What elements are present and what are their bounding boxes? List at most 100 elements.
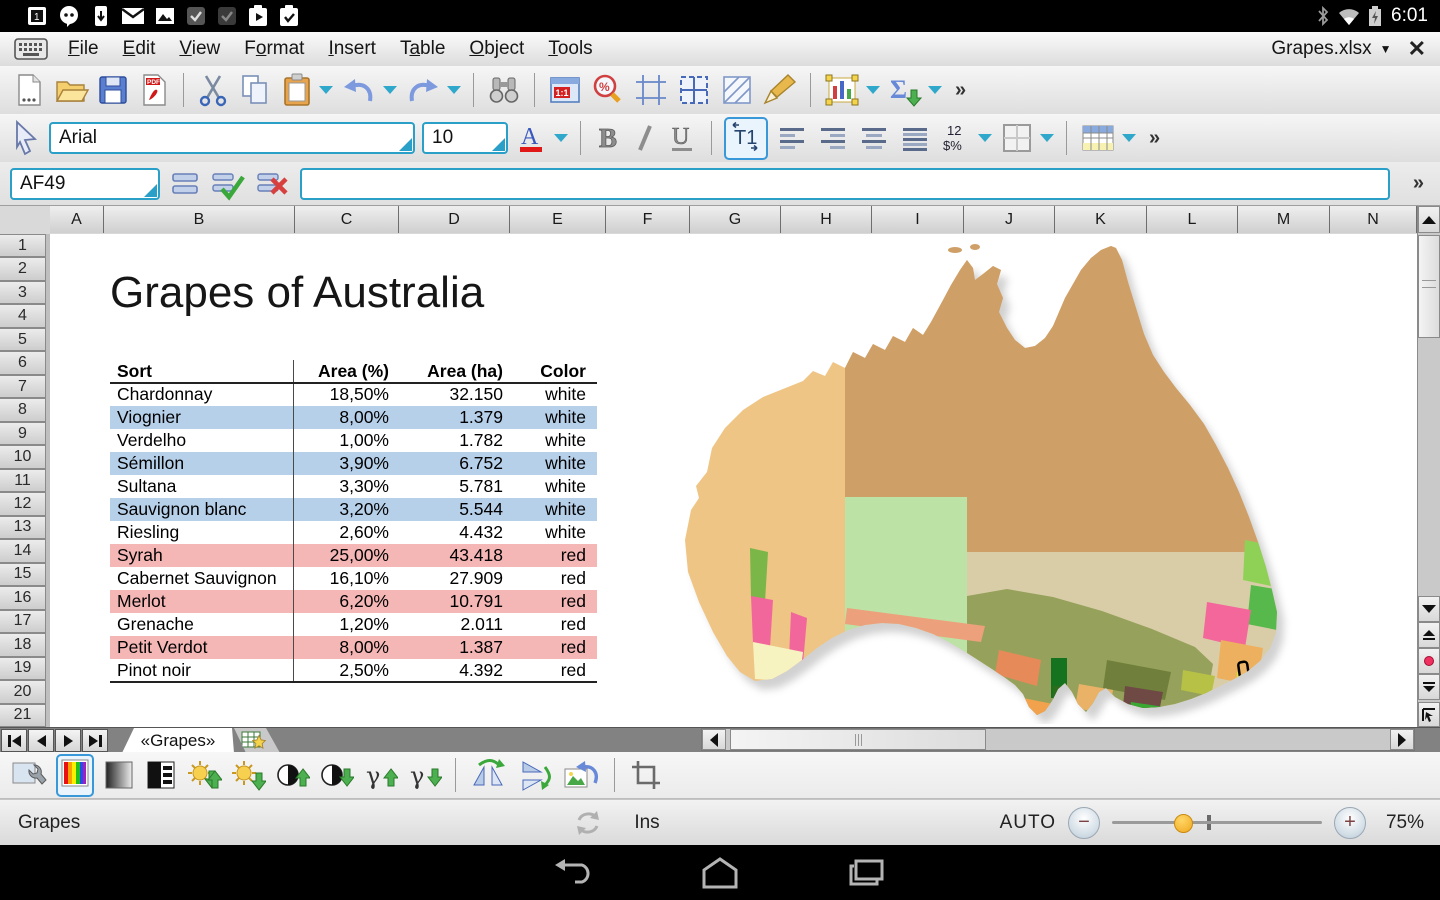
brightness-down-icon[interactable] <box>230 757 266 793</box>
table-row-sultana[interactable]: Sultana3,30%5.781white <box>110 475 597 498</box>
column-header-C[interactable]: C <box>295 206 399 233</box>
table-row-grenache[interactable]: Grenache1,20%2.011red <box>110 613 597 636</box>
column-header-F[interactable]: F <box>606 206 690 233</box>
cell-borders-icon[interactable] <box>999 120 1035 156</box>
last-sheet-button[interactable] <box>82 729 108 752</box>
column-header-A[interactable]: A <box>50 206 104 233</box>
cell-borders-caret[interactable] <box>1040 134 1054 142</box>
paste-icon[interactable] <box>280 72 314 108</box>
australia-wine-regions-map[interactable] <box>655 240 1383 724</box>
horizontal-scroll-thumb[interactable] <box>730 729 986 750</box>
export-pdf-icon[interactable]: PDF <box>137 72 171 108</box>
table-row-sauvignon-blanc[interactable]: Sauvignon blanc3,20%5.544white <box>110 498 597 521</box>
new-document-icon[interactable] <box>12 72 46 108</box>
grayscale-icon[interactable] <box>102 758 136 792</box>
row-header-12[interactable]: 12 <box>0 492 46 515</box>
text-direction-button-active[interactable]: T1 <box>724 117 768 160</box>
save-icon[interactable] <box>96 72 130 108</box>
contrast-up-icon[interactable] <box>274 757 310 793</box>
menu-file[interactable]: File <box>56 38 111 60</box>
menu-edit[interactable]: Edit <box>111 38 168 60</box>
table-style-icon[interactable] <box>1079 120 1117 156</box>
column-header-I[interactable]: I <box>872 206 964 233</box>
sum-icon[interactable] <box>169 167 201 201</box>
font-name-combo[interactable] <box>49 122 415 154</box>
undo-dropdown-caret[interactable] <box>383 86 397 94</box>
back-icon[interactable] <box>552 856 594 890</box>
table-style-caret[interactable] <box>1122 134 1136 142</box>
menu-object[interactable]: Object <box>457 38 536 60</box>
font-name-input[interactable] <box>51 126 413 150</box>
next-sheet-button[interactable] <box>55 729 81 752</box>
reset-image-icon[interactable] <box>561 757 601 793</box>
gamma-up-icon[interactable]: γ <box>362 757 398 793</box>
row-header-4[interactable]: 4 <box>0 304 46 327</box>
column-header-G[interactable]: G <box>690 206 781 233</box>
row-header-15[interactable]: 15 <box>0 563 46 586</box>
page-up-button[interactable] <box>1418 622 1440 648</box>
brightness-up-icon[interactable] <box>186 757 222 793</box>
zoom-slider-thumb[interactable] <box>1174 814 1193 833</box>
table-row-sémillon[interactable]: Sémillon3,90%6.752white <box>110 452 597 475</box>
table-row-chardonnay[interactable]: Chardonnay18,50%32.150white <box>110 383 597 406</box>
color-mode-button-active[interactable] <box>56 754 94 797</box>
number-format-caret[interactable] <box>978 134 992 142</box>
menu-insert[interactable]: Insert <box>316 38 388 60</box>
row-header-5[interactable]: 5 <box>0 328 46 351</box>
hatching-icon[interactable] <box>719 72 755 108</box>
table-row-petit-verdot[interactable]: Petit Verdot8,00%1.387red <box>110 636 597 659</box>
menu-view[interactable]: View <box>167 38 232 60</box>
row-header-13[interactable]: 13 <box>0 516 46 539</box>
menu-format[interactable]: Format <box>232 38 316 60</box>
cell-reference-input[interactable] <box>12 172 158 196</box>
column-header-D[interactable]: D <box>399 206 510 233</box>
insert-chart-icon[interactable] <box>823 72 861 108</box>
crop-icon[interactable] <box>628 757 664 793</box>
row-header-20[interactable]: 20 <box>0 680 46 703</box>
page-down-button[interactable] <box>1418 674 1440 700</box>
row-header-11[interactable]: 11 <box>0 469 46 492</box>
row-header-2[interactable]: 2 <box>0 257 46 280</box>
number-format-icon[interactable]: 12$% <box>939 120 973 156</box>
redo-dropdown-caret[interactable] <box>447 86 461 94</box>
menu-tools[interactable]: Tools <box>536 38 604 60</box>
horizontal-scrollbar[interactable] <box>701 728 1415 751</box>
align-left-icon[interactable] <box>775 120 809 156</box>
vertical-scroll-thumb[interactable] <box>1418 235 1440 338</box>
column-header-J[interactable]: J <box>964 206 1055 233</box>
column-header-E[interactable]: E <box>510 206 606 233</box>
borders-all-icon[interactable] <box>676 72 712 108</box>
font-color-caret[interactable] <box>554 134 568 142</box>
font-size-combo[interactable] <box>422 122 508 154</box>
selection-mode-corner-button[interactable] <box>1418 702 1440 727</box>
sum-down-icon[interactable]: Σ <box>887 72 923 108</box>
pointer-icon[interactable] <box>8 119 42 157</box>
column-header-N[interactable]: N <box>1330 206 1417 233</box>
flip-horizontal-icon[interactable] <box>469 757 507 793</box>
recents-icon[interactable] <box>846 856 888 890</box>
paste-dropdown-caret[interactable] <box>319 86 333 94</box>
table-row-pinot-noir[interactable]: Pinot noir2,50%4.392red <box>110 659 597 682</box>
contrast-down-icon[interactable] <box>318 757 354 793</box>
zoom-slider-track[interactable] <box>1112 821 1322 824</box>
zoom-in-button[interactable]: + <box>1334 807 1366 839</box>
row-header-6[interactable]: 6 <box>0 351 46 374</box>
gamma-down-icon[interactable]: γ <box>406 757 442 793</box>
formula-input-box[interactable] <box>300 168 1390 200</box>
justify-icon[interactable] <box>898 120 932 156</box>
column-header-B[interactable]: B <box>104 206 295 233</box>
cut-icon[interactable] <box>196 72 230 108</box>
table-row-cabernet-sauvignon[interactable]: Cabernet Sauvignon16,10%27.909red <box>110 567 597 590</box>
menu-table[interactable]: Table <box>388 38 457 60</box>
bold-icon[interactable]: B <box>593 120 625 156</box>
scroll-left-button[interactable] <box>702 729 726 750</box>
table-row-viognier[interactable]: Viognier8,00%1.379white <box>110 406 597 429</box>
cell-reference-box[interactable] <box>10 168 160 200</box>
image-properties-icon[interactable] <box>10 757 48 793</box>
table-row-syrah[interactable]: Syrah25,00%43.418red <box>110 544 597 567</box>
scroll-right-button[interactable] <box>1390 729 1414 750</box>
first-sheet-button[interactable] <box>1 729 27 752</box>
align-right-icon[interactable] <box>816 120 850 156</box>
column-header-H[interactable]: H <box>781 206 872 233</box>
close-document-button[interactable]: ✕ <box>1402 36 1440 62</box>
